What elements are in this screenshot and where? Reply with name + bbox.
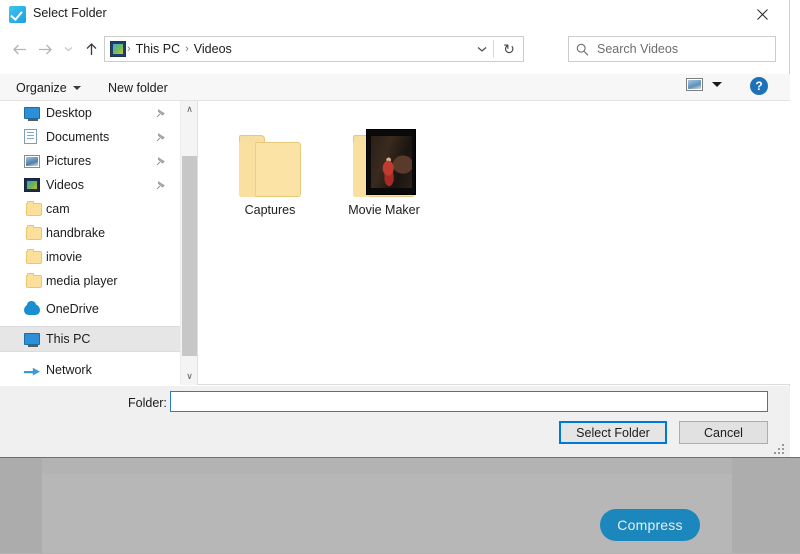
nav-item-onedrive[interactable]: OneDrive [0,297,180,321]
file-item-captures[interactable]: Captures [218,111,322,217]
folder-icon [26,227,42,240]
desktop-icon [24,107,40,119]
this-pc-icon [24,333,40,345]
nav-item-media-player[interactable]: media player [0,269,180,293]
pictures-icon [24,155,40,168]
nav-item-label: Desktop [46,106,92,120]
chevron-down-glyph [64,46,73,52]
network-icon [24,365,40,376]
scrollbar-thumb[interactable] [182,156,197,356]
videos-icon [24,178,40,192]
back-icon[interactable] [8,38,30,60]
cloud-icon [24,304,40,315]
new-folder-button[interactable]: New folder [104,78,172,97]
organize-label: Organize [16,81,67,95]
nav-item-label: OneDrive [46,302,99,316]
nav-item-network[interactable]: Network [0,358,180,382]
checkmark-icon [9,6,26,23]
scroll-up-icon[interactable]: ∧ [181,101,198,118]
select-folder-button[interactable]: Select Folder [559,421,667,444]
forward-arrow-glyph [38,43,53,56]
nav-item-handbrake[interactable]: handbrake [0,221,180,245]
nav-item-videos[interactable]: Videos [0,173,180,197]
folder-field-label: Folder: [128,396,167,410]
nav-item-desktop[interactable]: Desktop [0,101,180,125]
preview-pane-icon [686,78,703,91]
search-icon [576,43,589,56]
background-left-strip [0,458,42,553]
back-arrow-glyph [12,43,27,56]
file-item-label: Movie Maker [332,203,436,217]
close-glyph [757,9,768,20]
folder-icon [26,275,42,288]
chevron-down-icon [712,82,722,87]
breadcrumb-item-videos[interactable]: Videos [190,42,236,56]
help-button[interactable]: ? [750,77,768,95]
new-folder-label: New folder [108,81,168,95]
address-bar[interactable]: › This PC › Videos ↻ [104,36,524,62]
compress-button[interactable]: Compress [600,509,700,541]
pin-icon [156,132,166,142]
nav-item-label: This PC [46,332,90,346]
nav-item-label: Network [46,363,92,377]
file-item-movie-maker[interactable]: Movie Maker [332,111,436,217]
address-chevron-down-icon[interactable] [471,37,493,61]
nav-item-label: imovie [46,250,82,264]
command-bar: Organize New folder ? [0,74,790,101]
file-item-label: Captures [218,203,322,217]
nav-item-label: Videos [46,178,84,192]
nav-item-this-pc[interactable]: This PC [0,326,180,352]
folder-icon [26,203,42,216]
nav-item-documents[interactable]: Documents [0,125,180,149]
nav-item-imovie[interactable]: imovie [0,245,180,269]
recent-locations-chevron-down-icon[interactable] [60,38,76,60]
folder-icon [26,251,42,264]
pin-icon [156,180,166,190]
up-arrow-glyph [85,42,98,56]
navigation-pane: Desktop Documents Pictures Videos [0,101,180,385]
search-box[interactable] [568,36,776,62]
search-input[interactable] [595,41,759,57]
background-right-strip [732,458,800,553]
pin-icon [156,108,166,118]
document-icon [24,129,37,144]
view-options-button[interactable] [686,78,722,91]
breadcrumb-item-this-pc[interactable]: This PC [132,42,184,56]
nav-item-label: handbrake [46,226,105,240]
nav-item-cam[interactable]: cam [0,197,180,221]
nav-item-pictures[interactable]: Pictures [0,149,180,173]
file-list-pane[interactable]: Captures Movie Maker [198,101,790,385]
up-icon[interactable] [80,38,102,60]
nav-item-label: media player [46,274,118,288]
dialog-title: Select Folder [33,6,107,20]
navigation-pane-scrollbar[interactable]: ∧ ∨ [180,101,197,385]
chevron-down-icon [73,86,81,90]
refresh-icon[interactable]: ↻ [495,37,523,61]
videos-library-icon [110,41,126,57]
dialog-title-bar: Select Folder [0,0,789,30]
resize-grip[interactable] [774,442,786,454]
close-icon[interactable] [741,0,783,28]
pin-icon [156,156,166,166]
cancel-button[interactable]: Cancel [679,421,768,444]
folder-icon [218,111,322,197]
select-folder-dialog: Select Folder › This PC › V [0,0,790,457]
nav-item-label: Documents [46,130,109,144]
folder-with-thumbnail-icon [332,111,436,197]
address-divider [493,40,494,58]
organize-button[interactable]: Organize [12,78,85,97]
chevron-down-glyph [477,46,487,53]
forward-icon[interactable] [34,38,56,60]
nav-item-label: cam [46,202,70,216]
nav-item-label: Pictures [46,154,91,168]
scroll-down-icon[interactable]: ∨ [181,368,198,385]
folder-input[interactable] [170,391,768,412]
